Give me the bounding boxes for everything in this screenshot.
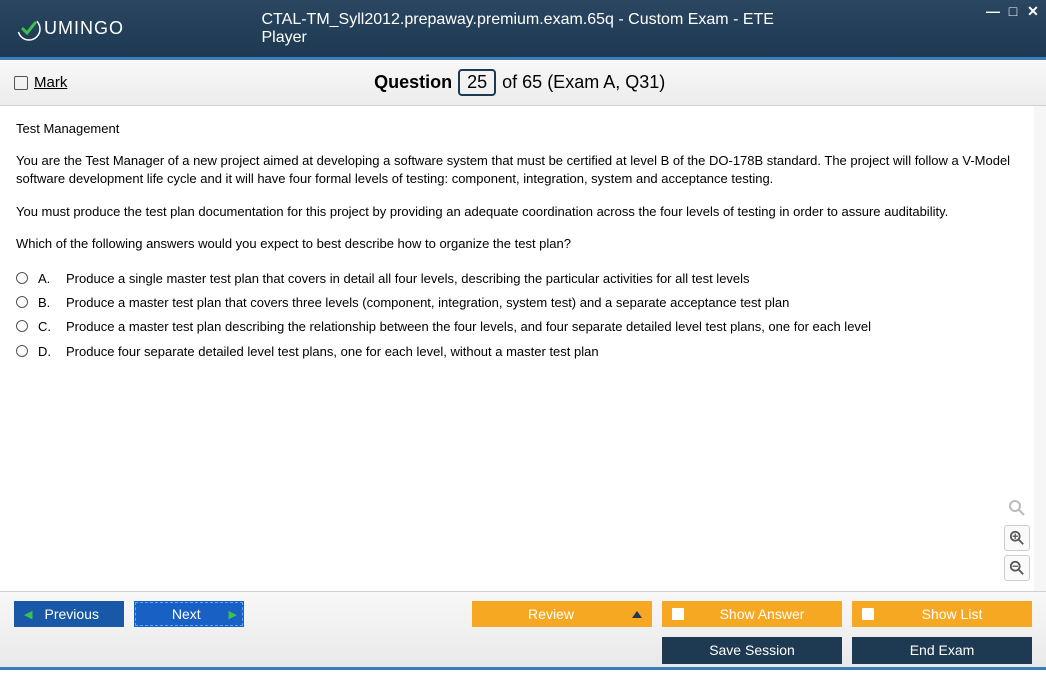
list-icon xyxy=(862,608,874,620)
show-list-button[interactable]: Show List xyxy=(852,601,1032,627)
answer-text: Produce a master test plan describing th… xyxy=(66,318,871,336)
answer-text: Produce a single master test plan that c… xyxy=(66,270,750,288)
question-topic: Test Management xyxy=(16,120,1018,138)
logo-text: UMINGO xyxy=(44,18,124,39)
question-bar: ​Mark Question 25 of 65 (Exam A, Q31) xyxy=(0,60,1046,106)
question-number: 25 xyxy=(458,69,496,96)
question-content: Test Management You are the Test Manager… xyxy=(0,106,1046,591)
answer-letter: B. xyxy=(38,294,56,312)
answer-text: Produce a master test plan that covers t… xyxy=(66,294,789,312)
window-title: CTAL-TM_Syll2012.prepaway.premium.exam.6… xyxy=(262,11,785,47)
answer-letter: D. xyxy=(38,343,56,361)
answer-radio[interactable] xyxy=(16,320,28,332)
zoom-in-icon[interactable] xyxy=(1004,525,1030,551)
answer-option[interactable]: A. Produce a single master test plan tha… xyxy=(16,267,1018,291)
search-icon[interactable] xyxy=(1004,495,1030,521)
titlebar: UMINGO CTAL-TM_Syll2012.prepaway.premium… xyxy=(0,0,1046,60)
question-indicator: Question 25 of 65 (Exam A, Q31) xyxy=(374,69,665,96)
zoom-controls xyxy=(1004,495,1030,581)
app-logo: UMINGO xyxy=(16,16,124,42)
mark-label[interactable]: ​Mark xyxy=(34,74,67,91)
maximize-button[interactable]: □ xyxy=(1006,4,1020,18)
answer-option[interactable]: D. Produce four separate detailed level … xyxy=(16,340,1018,364)
question-para: You must produce the test plan documenta… xyxy=(16,203,1018,221)
square-icon xyxy=(672,608,684,620)
zoom-out-icon[interactable] xyxy=(1004,555,1030,581)
answer-letter: A. xyxy=(38,270,56,288)
question-para: Which of the following answers would you… xyxy=(16,235,1018,253)
chevron-right-icon: ▶ xyxy=(229,608,234,621)
answer-option[interactable]: B. Produce a master test plan that cover… xyxy=(16,291,1018,315)
footer-row-1: ◀ Previous Next ▶ Review Show Answer Sho… xyxy=(14,598,1032,630)
answer-list: A. Produce a single master test plan tha… xyxy=(16,267,1018,364)
question-para: You are the Test Manager of a new projec… xyxy=(16,152,1018,188)
logo-check-icon xyxy=(16,16,42,42)
answer-radio[interactable] xyxy=(16,296,28,308)
answer-text: Produce four separate detailed level tes… xyxy=(66,343,599,361)
footer-row-2: Save Session End Exam xyxy=(14,634,1032,666)
mark-checkbox[interactable] xyxy=(14,76,28,90)
close-button[interactable]: ✕ xyxy=(1026,4,1040,18)
mark-control[interactable]: ​Mark xyxy=(14,74,67,91)
previous-button[interactable]: ◀ Previous xyxy=(14,601,124,627)
review-button[interactable]: Review xyxy=(472,601,652,627)
window-controls: — □ ✕ xyxy=(986,4,1040,18)
next-button[interactable]: Next ▶ xyxy=(134,601,244,627)
answer-option[interactable]: C. Produce a master test plan describing… xyxy=(16,315,1018,339)
question-of-text: of 65 (Exam A, Q31) xyxy=(502,72,665,93)
footer: ◀ Previous Next ▶ Review Show Answer Sho… xyxy=(0,591,1046,670)
answer-radio[interactable] xyxy=(16,272,28,284)
chevron-up-icon xyxy=(632,611,642,618)
save-session-button[interactable]: Save Session xyxy=(662,637,842,664)
question-word: Question xyxy=(374,72,452,93)
show-answer-button[interactable]: Show Answer xyxy=(662,601,842,627)
minimize-button[interactable]: — xyxy=(986,4,1000,18)
answer-radio[interactable] xyxy=(16,345,28,357)
end-exam-button[interactable]: End Exam xyxy=(852,637,1032,664)
answer-letter: C. xyxy=(38,318,56,336)
